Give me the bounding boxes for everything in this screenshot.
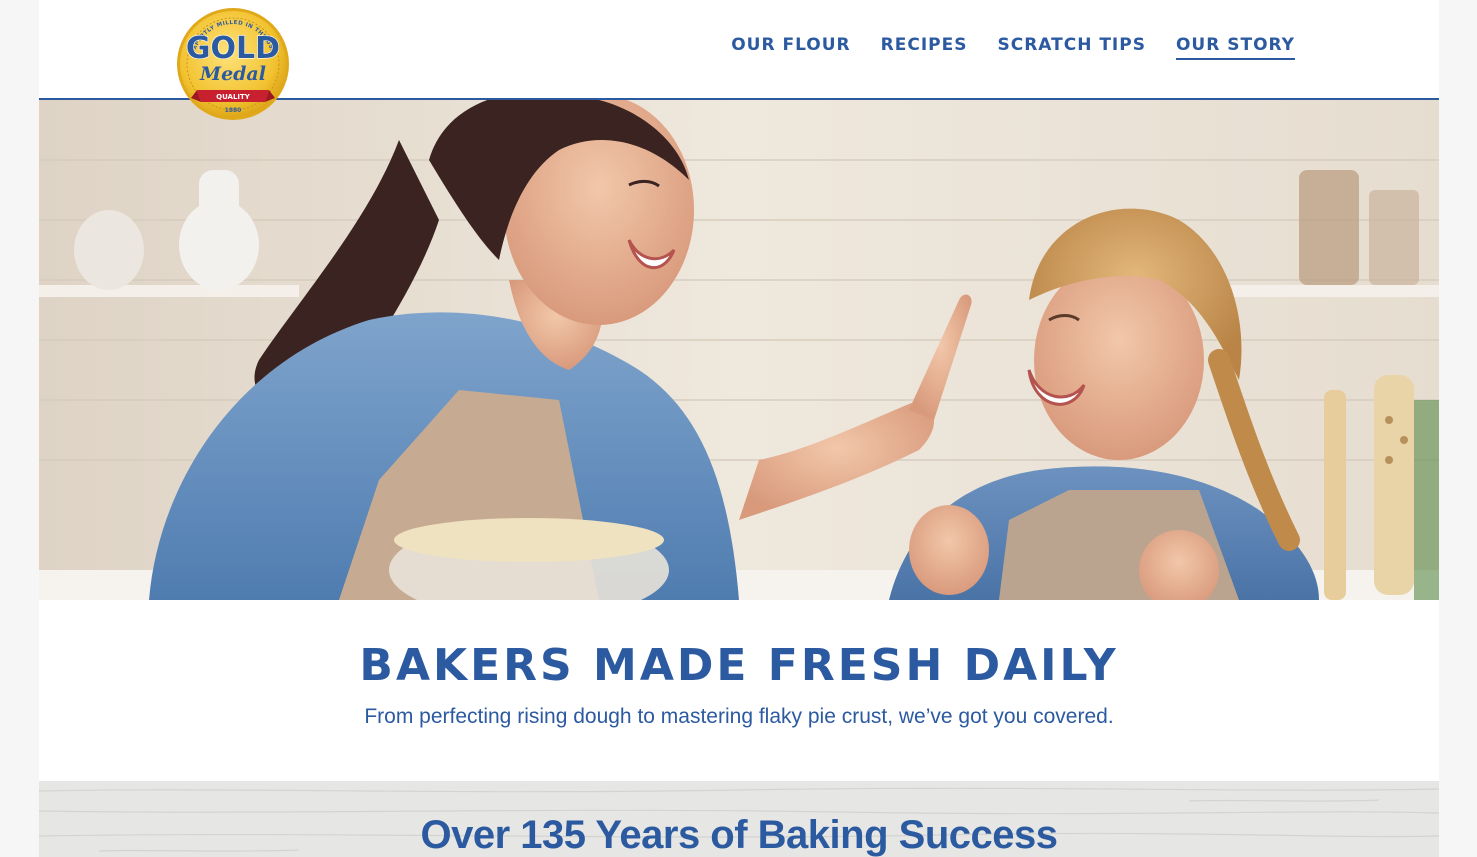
logo-ribbon-text: QUALITY — [216, 93, 251, 101]
logo-word-gold: GOLD — [186, 31, 280, 66]
story-heading: Over 135 Years of Baking Success — [420, 813, 1059, 857]
hero-image — [39, 100, 1439, 600]
intro-title: Bakers Made Fresh Daily — [359, 640, 1119, 691]
intro-section: Bakers Made Fresh Daily From perfecting … — [39, 600, 1439, 781]
main-nav: Our Flour Recipes Scratch Tips Our Story — [731, 34, 1295, 60]
nav-item-our-flour[interactable]: Our Flour — [731, 34, 850, 60]
gold-medal-logo-icon: EXPERTLY MILLED IN THE USA GOLD Medal QU… — [177, 8, 289, 120]
logo-year: 1880 — [225, 107, 242, 114]
nav-item-recipes[interactable]: Recipes — [881, 34, 968, 60]
logo-word-medal: Medal — [199, 63, 266, 85]
nav-item-our-story[interactable]: Our Story — [1175, 34, 1295, 60]
nav-item-scratch-tips[interactable]: Scratch Tips — [997, 34, 1146, 60]
page: Our Flour Recipes Scratch Tips Our Story… — [39, 0, 1439, 857]
gold-medal-logo[interactable]: EXPERTLY MILLED IN THE USA GOLD Medal QU… — [175, 6, 291, 122]
intro-subtitle: From perfecting rising dough to masterin… — [364, 705, 1114, 728]
story-section: Over 135 Years of Baking Success — [39, 781, 1439, 857]
